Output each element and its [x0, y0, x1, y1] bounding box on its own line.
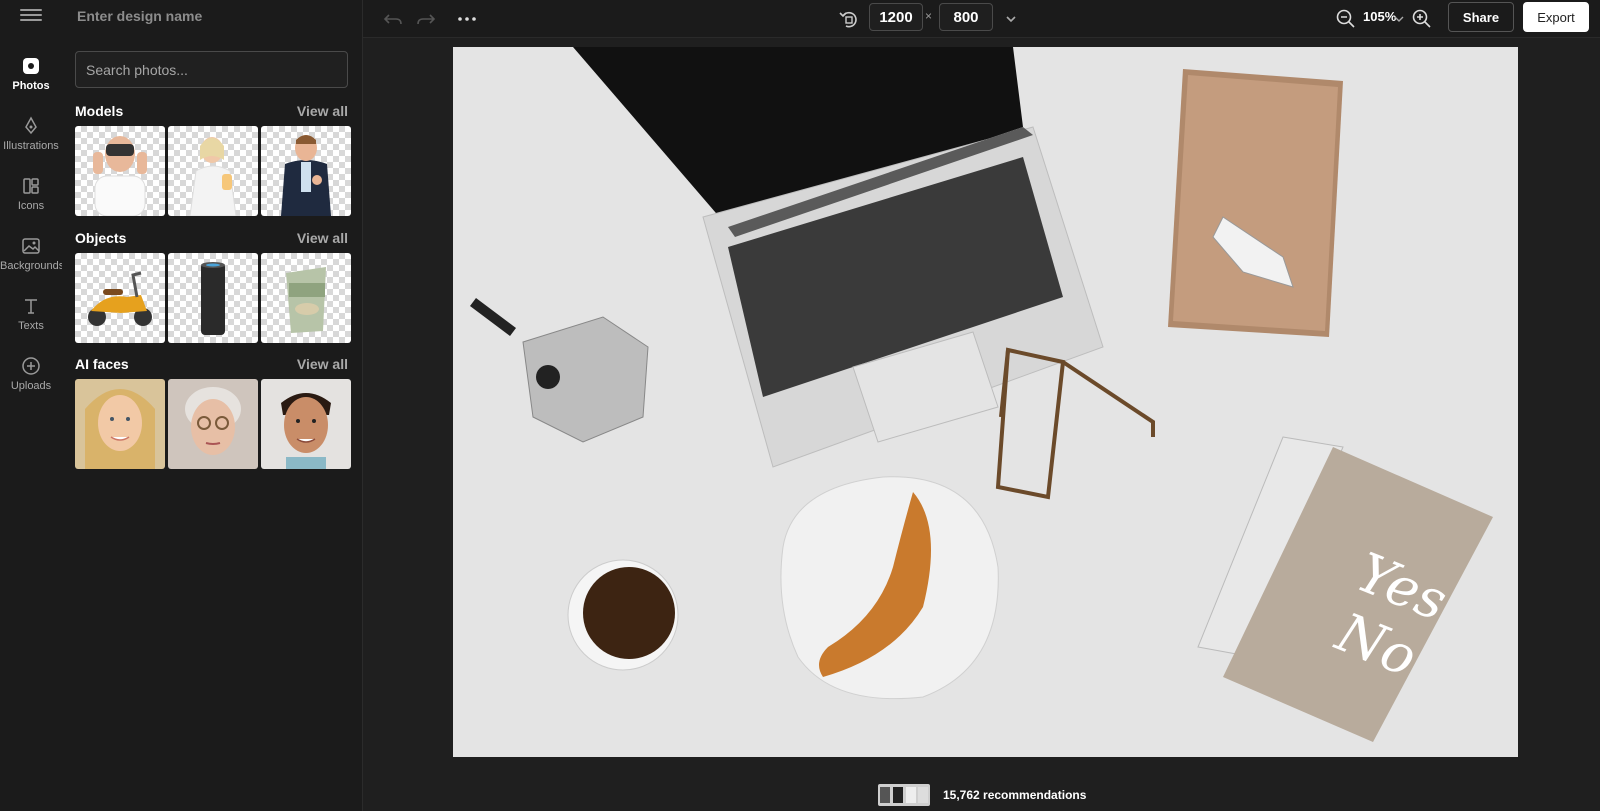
object-thumb-money[interactable] [261, 253, 351, 343]
ai-face-thumb-elderly[interactable] [168, 379, 258, 469]
ai-faces-thumbnails [75, 379, 351, 469]
zoom-in-icon[interactable] [1410, 7, 1434, 31]
objects-thumbnails [75, 253, 351, 343]
models-thumbnails [75, 126, 351, 216]
brown-notebook-image[interactable] [1168, 69, 1343, 337]
view-all-link[interactable]: View all [297, 356, 348, 372]
recommendations-bar: 15,762 recommendations [878, 784, 1158, 806]
coffee-cup-image[interactable] [567, 559, 679, 671]
section-title: Objects [75, 230, 127, 246]
model-thumb-vr[interactable] [75, 126, 165, 216]
canvas-height-input[interactable] [939, 3, 993, 31]
canvas-width-input[interactable] [869, 3, 923, 31]
laptop-image[interactable] [573, 47, 1104, 468]
search-photos-input[interactable] [75, 51, 348, 88]
recommendations-count[interactable]: 15,762 recommendations [943, 788, 1086, 802]
ai-face-thumb-blonde[interactable] [75, 379, 165, 469]
resize-rotate-icon[interactable] [837, 7, 861, 31]
section-ai-faces-header: AI faces View all [75, 356, 348, 374]
rail-label: Texts [18, 320, 44, 332]
undo-icon[interactable] [381, 7, 405, 31]
image-icon [22, 238, 40, 254]
object-thumb-speaker[interactable] [168, 253, 258, 343]
design-editor: Photos Illustrations Icons Backgrounds T… [0, 0, 1600, 811]
dimension-separator: × [925, 9, 933, 23]
view-all-link[interactable]: View all [297, 103, 348, 119]
rail-item-photos[interactable]: Photos [0, 56, 62, 108]
export-button[interactable]: Export [1523, 2, 1589, 32]
yes-no-notepad-image[interactable]: Yes No [1197, 436, 1493, 742]
redo-icon[interactable] [414, 7, 438, 31]
more-options-icon[interactable] [455, 7, 479, 31]
view-all-link[interactable]: View all [297, 230, 348, 246]
design-canvas[interactable]: Yes No [453, 47, 1518, 757]
pen-icon [25, 116, 37, 135]
rail-item-uploads[interactable]: Uploads [0, 356, 62, 408]
rail-item-illustrations[interactable]: Illustrations [0, 116, 62, 168]
canvas-artwork: Yes No [470, 47, 1493, 742]
rail-label: Photos [12, 80, 50, 92]
photo-icon [23, 58, 39, 74]
upload-icon [22, 357, 40, 375]
share-button[interactable]: Share [1448, 2, 1514, 32]
rail-label: Icons [17, 200, 45, 212]
model-thumb-woman[interactable] [168, 126, 258, 216]
shapes-icon [23, 178, 39, 194]
recommendation-preview-thumb[interactable] [878, 784, 930, 806]
moka-pot-image[interactable] [470, 298, 649, 443]
rail-item-backgrounds[interactable]: Backgrounds [0, 236, 65, 288]
top-toolbar: × 105% Share Export [363, 0, 1600, 38]
section-title: AI faces [75, 356, 129, 372]
size-presets-chevron-down-icon[interactable] [999, 7, 1023, 31]
section-title: Models [75, 103, 124, 119]
zoom-chevron-down-icon[interactable] [1392, 7, 1406, 31]
section-models-header: Models View all [75, 103, 348, 121]
object-thumb-scooter[interactable] [75, 253, 165, 343]
hamburger-menu-icon[interactable] [20, 6, 42, 26]
photos-panel: Models View all Objects View all [62, 0, 363, 811]
ai-face-thumb-young-man[interactable] [261, 379, 351, 469]
model-thumb-man-suit[interactable] [261, 126, 351, 216]
design-name-input[interactable] [77, 6, 347, 26]
rail-item-icons[interactable]: Icons [0, 176, 62, 228]
section-objects-header: Objects View all [75, 230, 348, 248]
zoom-out-icon[interactable] [1334, 7, 1358, 31]
rail-label: Backgrounds [0, 260, 65, 272]
croissant-plate-image[interactable] [780, 476, 999, 700]
rail-item-texts[interactable]: Texts [0, 296, 62, 348]
rail-label: Uploads [10, 380, 52, 392]
text-icon [25, 299, 37, 314]
left-rail: Photos Illustrations Icons Backgrounds T… [0, 0, 65, 811]
rail-label: Illustrations [3, 140, 59, 152]
